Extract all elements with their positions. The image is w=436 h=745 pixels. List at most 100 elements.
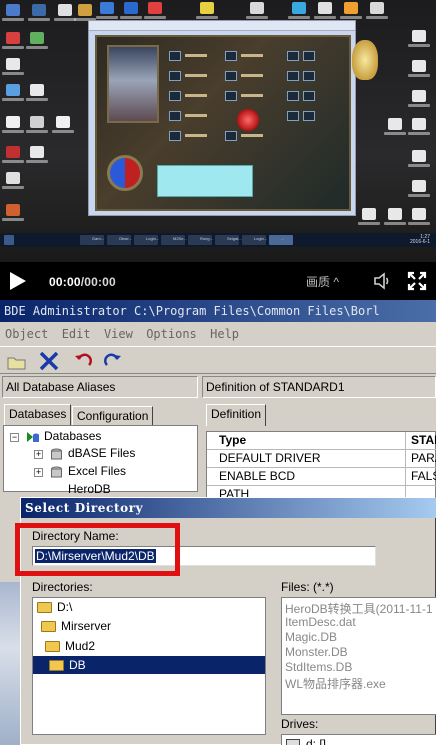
open-icon[interactable] (6, 350, 28, 372)
tab-definition[interactable]: Definition (206, 404, 267, 426)
desktop-icon (408, 150, 430, 167)
directory-item-label: Mud2 (65, 639, 96, 653)
drive-select[interactable]: d: [] (281, 734, 436, 745)
desktop-icon (408, 60, 430, 77)
game-client-window[interactable] (88, 20, 356, 216)
inventory-slot[interactable] (303, 91, 315, 101)
redo-icon[interactable] (102, 350, 124, 372)
file-item[interactable]: Monster.DB (285, 645, 348, 659)
file-item[interactable]: StdItems.DB (285, 660, 352, 674)
volume-icon[interactable] (372, 271, 392, 291)
taskbar-item[interactable]: Gam... (80, 235, 104, 245)
menu-object[interactable]: Object (5, 324, 48, 344)
database-icon (51, 448, 62, 460)
video-frame[interactable]: Gam... Obse... Login... M2Se... Rung... … (0, 0, 436, 262)
taskbar-item[interactable]: M2Se... (161, 235, 187, 245)
inventory-slot[interactable] (287, 51, 299, 61)
file-item[interactable]: WL物品排序器.exe (285, 675, 386, 692)
play-icon[interactable] (10, 272, 26, 290)
inventory-slot[interactable] (169, 91, 181, 101)
grid-row[interactable]: DEFAULT DRIVER PARA (207, 450, 436, 468)
tab-databases[interactable]: Databases (4, 404, 72, 426)
taskbar-item[interactable]: Selgat... (215, 235, 242, 245)
inventory-slot[interactable] (169, 131, 181, 141)
desktop-icon (2, 116, 24, 133)
database-tree[interactable]: − Databases + dBASE Files + Excel Files … (3, 425, 198, 496)
quality-button[interactable]: 画质 ^ (306, 273, 339, 290)
all-aliases-header: All Database Aliases (2, 376, 198, 398)
inventory-slot[interactable] (169, 51, 181, 61)
delete-icon[interactable] (38, 350, 60, 372)
desktop-icon (2, 32, 24, 49)
slot-text (185, 114, 207, 117)
inventory-slot[interactable] (303, 111, 315, 121)
game-character-panel[interactable] (95, 35, 351, 211)
game-window-titlebar[interactable] (89, 21, 355, 31)
menu-edit[interactable]: Edit (62, 324, 91, 344)
inventory-slot[interactable] (225, 71, 237, 81)
tree-item-databases[interactable]: Databases (44, 429, 101, 443)
definition-grid[interactable]: Type STAN DEFAULT DRIVER PARA ENABLE BCD FA… (206, 431, 436, 504)
file-item[interactable]: ItemDesc.dat (285, 615, 356, 629)
taskbar-item[interactable]: Login... (242, 235, 267, 245)
taskbar-item[interactable]: ... (269, 235, 293, 245)
start-button[interactable] (4, 235, 14, 245)
menu-options[interactable]: Options (146, 324, 197, 344)
inventory-slot[interactable] (303, 51, 315, 61)
chat-box[interactable] (157, 165, 253, 197)
desktop-icon (366, 2, 388, 19)
desktop-icon (340, 2, 362, 19)
collapse-icon[interactable]: − (10, 433, 19, 442)
undo-icon[interactable] (72, 350, 94, 372)
directory-item-label: DB (69, 658, 86, 672)
desktop-icon (314, 2, 336, 19)
desktop-icon (196, 2, 218, 19)
inventory-slot[interactable] (225, 51, 237, 61)
slot-text (185, 94, 207, 97)
taskbar-item[interactable]: Obse... (107, 235, 132, 245)
directory-item-selected[interactable]: DB (33, 656, 265, 674)
dialog-titlebar[interactable]: Select Directory (21, 498, 436, 518)
duration: /00:00 (80, 275, 116, 289)
desktop-icon (26, 146, 48, 163)
tab-configuration[interactable]: Configuration (72, 406, 154, 426)
fullscreen-icon[interactable] (407, 271, 427, 291)
grid-cell-name: ENABLE BCD (219, 469, 296, 483)
files-list[interactable]: HeroDB转换工具(2011-11-1 ItemDesc.dat Magic.… (281, 597, 436, 715)
inventory-slot[interactable] (303, 71, 315, 81)
tree-item-excel-files[interactable]: Excel Files (68, 464, 126, 478)
desktop-icon (408, 208, 430, 225)
taskbar-clock[interactable]: 1:27 2016-6-1 (410, 235, 430, 245)
taskbar-item[interactable]: Login... (134, 235, 159, 245)
inventory-slot[interactable] (169, 111, 181, 121)
file-item[interactable]: Magic.DB (285, 630, 337, 644)
inventory-slot[interactable] (225, 91, 237, 101)
desktop-icon (74, 4, 96, 21)
inventory-slot[interactable] (287, 111, 299, 121)
directories-list[interactable]: D:\ Mirserver Mud2 DB (32, 597, 266, 735)
inventory-slot[interactable] (169, 71, 181, 81)
video-player[interactable]: Gam... Obse... Login... M2Se... Rung... … (0, 0, 436, 300)
desktop-icon (288, 2, 310, 19)
tree-item-herodb[interactable]: HeroDB (68, 482, 111, 496)
inventory-slot[interactable] (287, 71, 299, 81)
bde-titlebar[interactable]: BDE Administrator C:\Program Files\Commo… (0, 300, 436, 322)
directory-item-label: Mirserver (61, 619, 111, 633)
drive-icon (286, 739, 300, 745)
menu-view[interactable]: View (104, 324, 133, 344)
bde-toolbar (0, 346, 436, 374)
grid-row[interactable]: ENABLE BCD FALS (207, 468, 436, 486)
menu-help[interactable]: Help (210, 324, 239, 344)
grid-cell-name: DEFAULT DRIVER (219, 451, 321, 465)
hp-mp-orb (107, 155, 143, 191)
inventory-slot[interactable] (225, 131, 237, 141)
expand-icon[interactable]: + (34, 468, 43, 477)
desktop-icon (384, 208, 406, 225)
taskbar-item-label: ... (281, 236, 285, 241)
playback-time: 00:00/00:00 (49, 275, 116, 289)
tree-item-dbase-files[interactable]: dBASE Files (68, 446, 135, 460)
expand-icon[interactable]: + (34, 450, 43, 459)
desktop-icon (144, 2, 166, 19)
inventory-slot[interactable] (287, 91, 299, 101)
taskbar-item[interactable]: Rung... (188, 235, 213, 245)
